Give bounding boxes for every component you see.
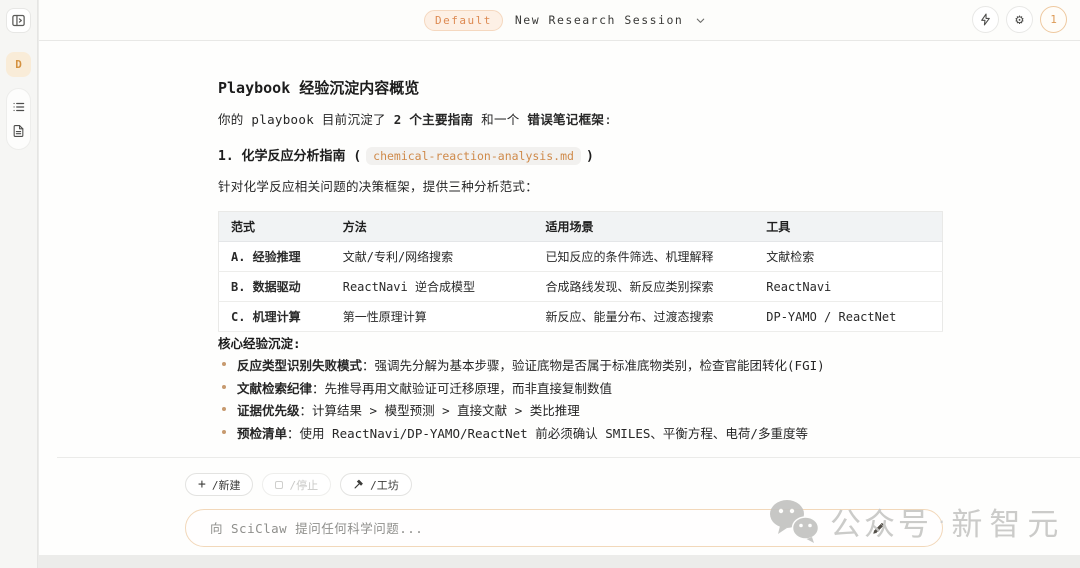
table-cell: 文献/专利/网络搜索: [331, 242, 534, 272]
intro-text: :: [604, 112, 612, 127]
notification-badge[interactable]: 1: [1040, 6, 1067, 33]
bullet-text: ：先推导再用文献验证可迁移原理，而非直接复制数值: [312, 378, 612, 397]
file-code-chip: chemical-reaction-analysis.md: [366, 147, 581, 165]
footer-buttons: + /新建 /停止 /工坊: [185, 473, 412, 496]
table-cell: 合成路线发现、新反应类别探索: [533, 272, 754, 302]
plus-icon: +: [198, 478, 206, 491]
table-cell: 已知反应的条件筛选、机理解释: [533, 242, 754, 272]
workshop-button[interactable]: /工坊: [340, 473, 412, 496]
bullet-dot: [222, 362, 226, 366]
session-title: New Research Session: [515, 13, 683, 27]
zap-icon: [979, 13, 992, 26]
panel-toggle-icon: [11, 13, 26, 28]
chat-content-area: Playbook 经验沉淀内容概览 你的 playbook 目前沉淀了 2 个主…: [39, 41, 1080, 555]
table-cell: DP-YAMO / ReactNet: [754, 302, 942, 332]
session-switcher[interactable]: Default New Research Session: [424, 0, 706, 40]
table-cell: 文献检索: [754, 242, 942, 272]
intro-paragraph: 你的 playbook 目前沉淀了 2 个主要指南 和一个 错误笔记框架:: [218, 109, 612, 128]
bullet-text: ：强调先分解为基本步骤，验证底物是否属于标准底物类别，检查官能团转化(FGI): [362, 355, 825, 374]
list-item: 预检清单：使用 ReactNavi/DP-YAMO/ReactNet 前必须确认…: [222, 423, 825, 446]
zap-button[interactable]: [972, 6, 999, 33]
page-title: Playbook 经验沉淀内容概览: [218, 77, 419, 98]
gear-icon: ⚙: [1015, 13, 1023, 27]
section-description: 针对化学反应相关问题的决策框架，提供三种分析范式：: [218, 176, 538, 195]
stop-icon: [275, 481, 283, 489]
chevron-down-icon: [695, 15, 706, 26]
paren: (: [353, 149, 361, 164]
bullet-label: 文献检索纪律: [237, 378, 312, 397]
new-session-button[interactable]: + /新建: [185, 473, 253, 496]
bullet-text: ：使用 ReactNavi/DP-YAMO/ReactNet 前必须确认 SMI…: [287, 423, 808, 442]
intro-text: 你的 playbook 目前沉淀了: [218, 112, 394, 127]
chat-input[interactable]: [185, 509, 943, 547]
settings-button[interactable]: ⚙: [1006, 6, 1033, 33]
table-header-row: 范式 方法 适用场景 工具: [219, 212, 943, 242]
button-label: /工坊: [370, 477, 399, 493]
table-cell: ReactNavi 逆合成模型: [331, 272, 534, 302]
topbar-actions: ⚙ 1: [972, 6, 1067, 33]
stop-button[interactable]: /停止: [262, 473, 331, 496]
bullet-dot: [222, 407, 226, 411]
app-window: D Default New Research Session: [0, 0, 1080, 568]
column-header: 适用场景: [533, 212, 754, 242]
bullet-dot: [222, 385, 226, 389]
table-cell: 新反应、能量分布、过渡态搜索: [533, 302, 754, 332]
left-sidebar: D: [0, 0, 38, 568]
pencil-icon[interactable]: [871, 521, 886, 540]
table-row: C. 机理计算 第一性原理计算 新反应、能量分布、过渡态搜索 DP-YAMO /…: [219, 302, 943, 332]
hammer-icon: [353, 479, 364, 490]
section-heading: 1. 化学反应分析指南 ( chemical-reaction-analysis.…: [218, 145, 594, 165]
core-heading: 核心经验沉淀:: [218, 333, 301, 352]
default-badge: Default: [424, 10, 503, 31]
intro-text: 和一个: [473, 112, 527, 127]
bullet-label: 证据优先级: [237, 400, 300, 419]
table-cell: B. 数据驱动: [219, 272, 331, 302]
list-item: 文献检索纪律：先推导再用文献验证可迁移原理，而非直接复制数值: [222, 378, 825, 401]
session-list-icon[interactable]: [12, 100, 26, 114]
avatar[interactable]: D: [6, 52, 31, 77]
top-bar: Default New Research Session ⚙ 1: [39, 0, 1080, 41]
document-icon[interactable]: [12, 124, 25, 138]
table-cell: ReactNavi: [754, 272, 942, 302]
table-row: B. 数据驱动 ReactNavi 逆合成模型 合成路线发现、新反应类别探索 R…: [219, 272, 943, 302]
paradigm-table: 范式 方法 适用场景 工具 A. 经验推理 文献/专利/网络搜索 已知反应的条件…: [218, 211, 943, 332]
column-header: 方法: [331, 212, 534, 242]
sidebar-tools-group: [6, 88, 31, 150]
button-label: /停止: [289, 477, 318, 493]
column-header: 范式: [219, 212, 331, 242]
intro-bold-guides: 2 个主要指南: [394, 112, 474, 127]
list-item: 证据优先级：计算结果 > 模型预测 > 直接文献 > 类比推理: [222, 400, 825, 423]
table-cell: A. 经验推理: [219, 242, 331, 272]
footer-divider: [57, 457, 1080, 458]
table-cell: C. 机理计算: [219, 302, 331, 332]
sidebar-toggle-button[interactable]: [6, 8, 31, 33]
column-header: 工具: [754, 212, 942, 242]
list-item: 反应类型识别失败模式：强调先分解为基本步骤，验证底物是否属于标准底物类别，检查官…: [222, 355, 825, 378]
table-cell: 第一性原理计算: [331, 302, 534, 332]
core-bullet-list: 反应类型识别失败模式：强调先分解为基本步骤，验证底物是否属于标准底物类别，检查官…: [222, 355, 825, 445]
button-label: /新建: [212, 477, 241, 493]
paren: ): [586, 149, 594, 164]
section-title: 1. 化学反应分析指南: [218, 149, 345, 164]
intro-bold-framework: 错误笔记框架: [527, 112, 604, 127]
bullet-label: 反应类型识别失败模式: [237, 355, 362, 374]
bullet-text: ：计算结果 > 模型预测 > 直接文献 > 类比推理: [300, 400, 580, 419]
table-row: A. 经验推理 文献/专利/网络搜索 已知反应的条件筛选、机理解释 文献检索: [219, 242, 943, 272]
bullet-label: 预检清单: [237, 423, 287, 442]
bullet-dot: [222, 430, 226, 434]
